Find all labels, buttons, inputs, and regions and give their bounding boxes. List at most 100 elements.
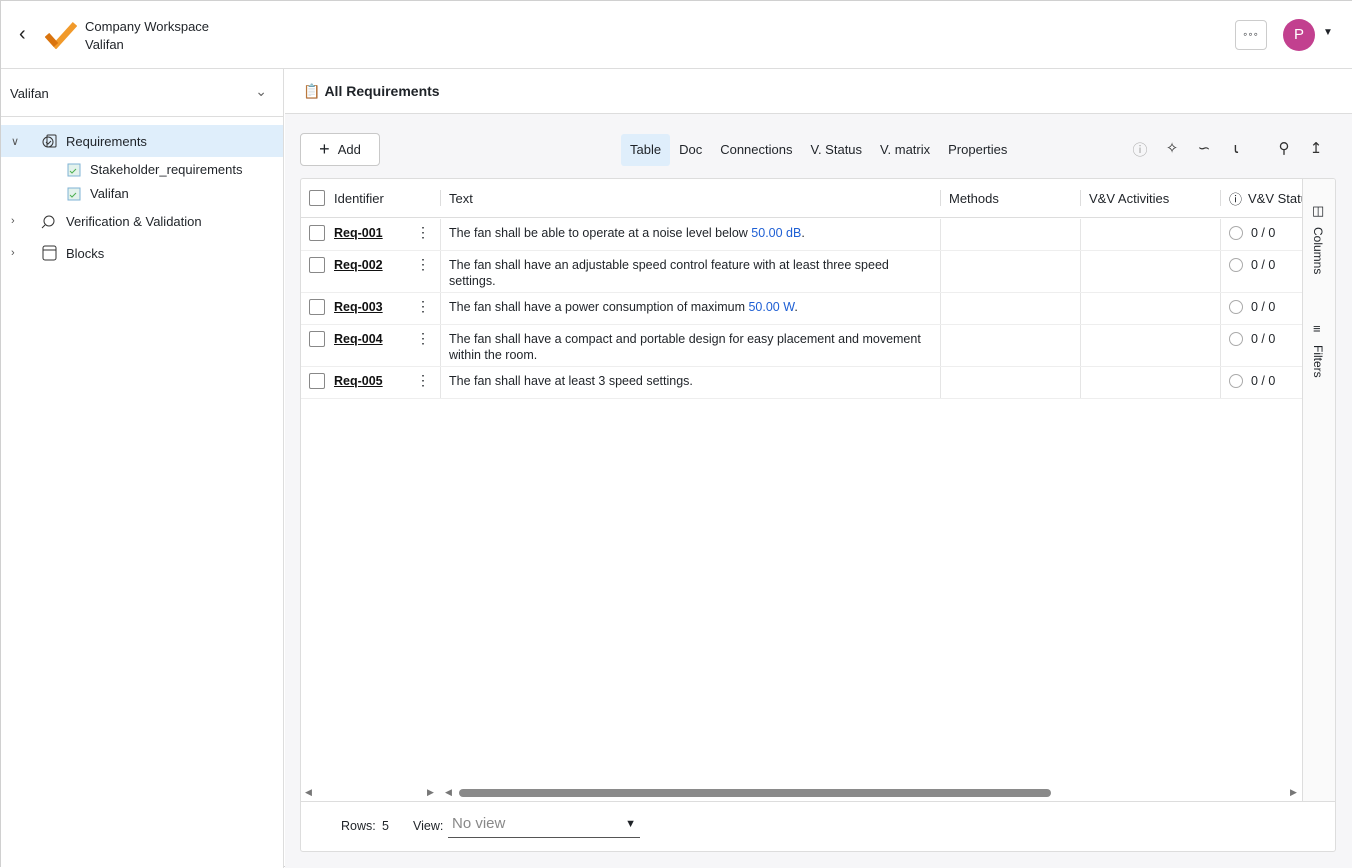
chevron-down-icon: ⌄	[255, 83, 267, 99]
column-header[interactable]: Text	[449, 191, 473, 206]
scrollbar-thumb[interactable]	[459, 789, 1051, 797]
kebab-menu-icon[interactable]: ⋮	[416, 256, 430, 272]
table-row[interactable]: Req-005 ⋮ The fan shall have at least 3 s…	[301, 367, 1302, 399]
filters-tab[interactable]: Filters	[1311, 345, 1325, 378]
requirements-icon	[42, 134, 57, 148]
vv-status: 0 / 0	[1251, 226, 1276, 240]
chart-icon[interactable]: ∽	[1195, 139, 1213, 159]
page-title-text: All Requirements	[324, 83, 440, 99]
row-checkbox[interactable]	[309, 331, 325, 347]
caret-down-icon: ▼	[625, 818, 636, 830]
row-checkbox[interactable]	[309, 257, 325, 273]
requirement-text[interactable]: The fan shall have at least 3 speed sett…	[449, 374, 693, 388]
requirement-text[interactable]: The fan shall have a power consumption o…	[449, 300, 748, 314]
view-tabs: Table Doc Connections V. Status V. matri…	[621, 134, 1016, 166]
back-icon[interactable]: ‹	[19, 23, 26, 46]
requirement-value[interactable]: 50.00 dB	[751, 226, 801, 240]
requirement-id[interactable]: Req-005	[334, 373, 383, 389]
methods-cell[interactable]	[941, 219, 1081, 250]
sidebar-item-label: Verification & Validation	[66, 213, 202, 229]
avatar[interactable]: P	[1283, 19, 1315, 51]
column-header[interactable]: Methods	[949, 191, 999, 206]
app-header: ‹ Company Workspace Valifan ◦◦◦ P ▼	[1, 1, 1352, 69]
row-checkbox[interactable]	[309, 225, 325, 241]
table-row[interactable]: Req-001 ⋮ The fan shall be able to operat…	[301, 219, 1302, 251]
info-icon[interactable]: ⓘ	[1229, 189, 1242, 208]
chevron-right-icon[interactable]: ›	[11, 215, 27, 227]
tab-v-status[interactable]: V. Status	[801, 134, 871, 166]
requirement-text[interactable]: The fan shall have a compact and portabl…	[449, 332, 921, 362]
select-all-checkbox[interactable]	[309, 190, 325, 206]
kebab-menu-icon[interactable]: ⋮	[416, 224, 430, 240]
requirement-text[interactable]: The fan shall be able to operate at a no…	[449, 226, 751, 240]
tab-properties[interactable]: Properties	[939, 134, 1016, 166]
kebab-menu-icon[interactable]: ⋮	[416, 298, 430, 314]
tab-v-matrix[interactable]: V. matrix	[871, 134, 939, 166]
chevron-right-icon[interactable]: ›	[11, 247, 27, 259]
vv-status: 0 / 0	[1251, 300, 1276, 314]
text-tail: .	[801, 226, 805, 240]
methods-cell[interactable]	[941, 251, 1081, 292]
sidebar-item-verification-validation[interactable]: › Verification & Validation	[1, 205, 283, 237]
sidebar-item-blocks[interactable]: › Blocks	[1, 237, 283, 269]
activities-cell[interactable]	[1081, 325, 1221, 366]
row-checkbox[interactable]	[309, 299, 325, 315]
requirement-id[interactable]: Req-004	[334, 331, 383, 347]
requirement-id[interactable]: Req-003	[334, 299, 383, 315]
view-select[interactable]: No view ▼	[448, 812, 640, 838]
tab-connections[interactable]: Connections	[711, 134, 801, 166]
search-icon[interactable]: ⚲	[1275, 139, 1293, 159]
tab-table[interactable]: Table	[621, 134, 671, 166]
view-select-value: No view	[452, 815, 506, 832]
kebab-menu-icon[interactable]: ⋮	[416, 372, 430, 388]
rows-count: 5	[382, 819, 389, 833]
sparkle-icon[interactable]: ✧	[1163, 139, 1181, 159]
columns-tab[interactable]: Columns	[1311, 227, 1325, 274]
project-select[interactable]: Valifan ⌄	[1, 69, 283, 117]
kebab-menu-icon[interactable]: ⋮	[416, 330, 430, 346]
activities-cell[interactable]	[1081, 219, 1221, 250]
horizontal-scrollbar[interactable]: ◀ ▶ ◀ ▶	[301, 785, 1302, 801]
add-button[interactable]: + Add	[300, 133, 380, 166]
table-row[interactable]: Req-004 ⋮ The fan shall have a compact an…	[301, 325, 1302, 367]
sidebar-item-valifan[interactable]: Valifan	[1, 181, 283, 205]
requirement-text[interactable]: The fan shall have an adjustable speed c…	[449, 258, 889, 288]
requirement-value[interactable]: 50.00 W	[748, 300, 794, 314]
sidebar-item-label: Stakeholder_requirements	[90, 161, 243, 177]
status-circle-icon	[1229, 226, 1243, 240]
column-header[interactable]: Identifier	[334, 191, 384, 206]
column-header[interactable]: V&V Status	[1248, 191, 1302, 206]
methods-cell[interactable]	[941, 325, 1081, 366]
row-checkbox[interactable]	[309, 373, 325, 389]
sidebar-item-stakeholder-requirements[interactable]: Stakeholder_requirements	[1, 157, 283, 181]
sidebar-item-requirements[interactable]: ∨ Requirements	[1, 125, 283, 157]
clipboard-icon	[67, 163, 81, 176]
info-icon[interactable]: ⓘ	[1131, 139, 1149, 159]
bell-icon[interactable]: ⍳	[1227, 139, 1245, 159]
table-row[interactable]: Req-002 ⋮ The fan shall have an adjustabl…	[301, 251, 1302, 293]
activities-cell[interactable]	[1081, 367, 1221, 398]
side-panel: ◫ Columns ≡ Filters	[1302, 179, 1335, 801]
column-header[interactable]: V&V Activities	[1089, 191, 1169, 206]
requirement-id[interactable]: Req-002	[334, 257, 383, 273]
plus-icon: +	[319, 139, 330, 159]
requirement-id[interactable]: Req-001	[334, 225, 383, 241]
methods-cell[interactable]	[941, 367, 1081, 398]
activities-cell[interactable]	[1081, 293, 1221, 324]
filter-icon[interactable]: ≡	[1313, 321, 1321, 336]
status-circle-icon	[1229, 374, 1243, 388]
columns-icon[interactable]: ◫	[1312, 203, 1324, 219]
more-button[interactable]: ◦◦◦	[1235, 20, 1267, 50]
workspace-name: Company Workspace	[85, 19, 210, 34]
chevron-down-icon[interactable]: ∨	[11, 135, 27, 148]
rows-label: Rows:	[341, 819, 376, 833]
status-circle-icon	[1229, 332, 1243, 346]
toolbar: ⓘ ✧ ∽ ⍳ ⚲ ↥	[1131, 139, 1325, 159]
caret-down-icon[interactable]: ▼	[1323, 27, 1333, 38]
table-row[interactable]: Req-003 ⋮ The fan shall have a power cons…	[301, 293, 1302, 325]
status-circle-icon	[1229, 258, 1243, 272]
methods-cell[interactable]	[941, 293, 1081, 324]
tab-doc[interactable]: Doc	[670, 134, 711, 166]
upload-icon[interactable]: ↥	[1307, 139, 1325, 159]
activities-cell[interactable]	[1081, 251, 1221, 292]
